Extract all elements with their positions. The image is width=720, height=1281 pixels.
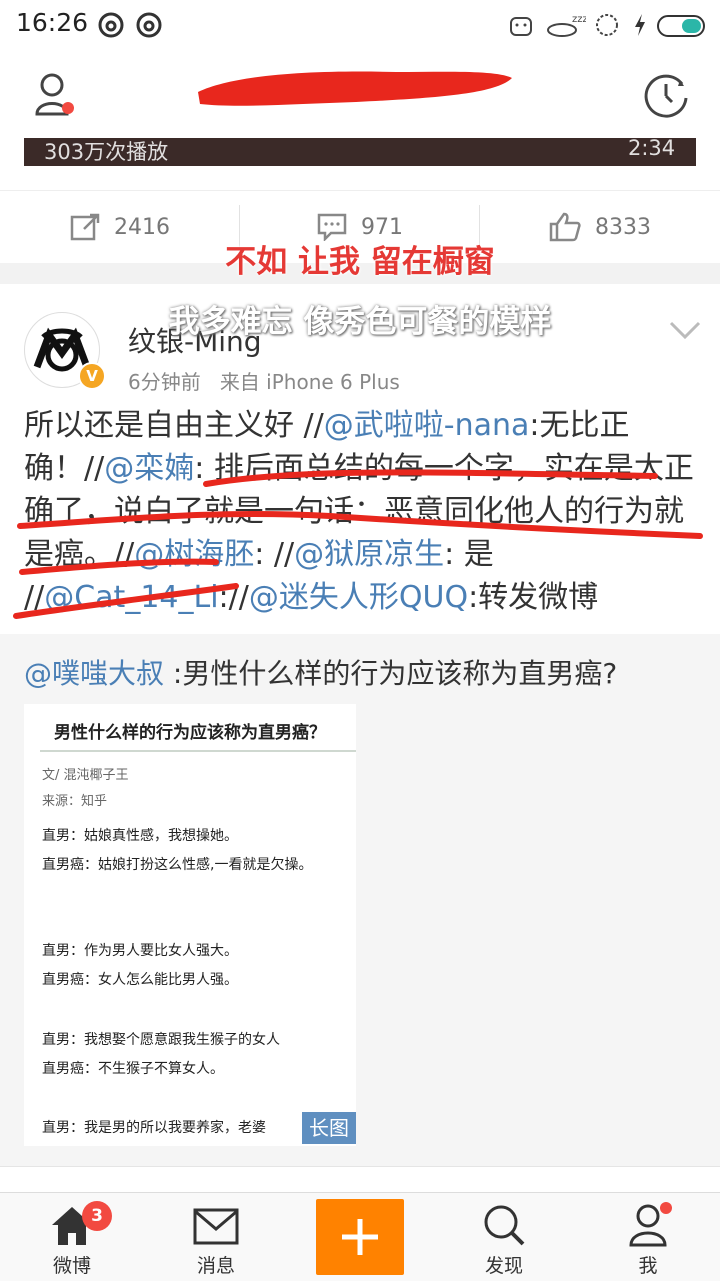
tab-messages-label: 消息 bbox=[196, 1255, 235, 1277]
image-line: 直男：我想娶个愿意跟我生猴子的女人 bbox=[42, 1032, 280, 1048]
image-line: 直男：作为男人要比女人强大。 bbox=[42, 943, 238, 959]
redaction-scribble bbox=[198, 71, 512, 106]
image-line: 直男癌：姑娘打扮这么性感,一看就是欠操。 bbox=[42, 857, 313, 873]
post-source: 来自 iPhone 6 Plus bbox=[219, 370, 400, 394]
image-line: 直男癌：女人怎么能比男人强。 bbox=[42, 972, 238, 988]
body-text-segment: :// bbox=[218, 580, 249, 615]
lyric-line-2: 我多难忘 像秀色可餐的模样 bbox=[168, 304, 552, 340]
retweet-long-image[interactable]: 男性什么样的行为应该称为直男癌？ 文/ 混沌椰子王 来源：知乎 直男：姑娘真性感… bbox=[24, 704, 356, 1146]
retweet-text: @噗嗤大叔 :男性什么样的行为应该称为直男癌? bbox=[24, 654, 704, 694]
body-text-segment: 所以还是自由主义好 // bbox=[24, 408, 324, 443]
mention-link[interactable]: @武啦啦-nana bbox=[324, 408, 530, 443]
tab-me[interactable]: 我 bbox=[576, 1193, 720, 1281]
netease-music-icon bbox=[136, 12, 162, 38]
svg-text:zzz: zzz bbox=[572, 14, 586, 25]
compose-button[interactable] bbox=[316, 1199, 404, 1275]
image-line: 直男：姑娘真性感，我想操她。 bbox=[42, 828, 238, 844]
mention-link[interactable]: @树海胚 bbox=[134, 537, 254, 572]
post-body-text: 所以还是自由主义好 //@武啦啦-nana:无比正确！//@栾婻: 排后面总结的… bbox=[24, 404, 704, 619]
image-title: 男性什么样的行为应该称为直男癌？ bbox=[54, 723, 326, 743]
image-source: 来源：知乎 bbox=[42, 794, 108, 809]
body-text-segment: :转发微博 bbox=[468, 580, 599, 615]
video-duration: 2:34 bbox=[628, 136, 676, 160]
tab-home-label: 微博 bbox=[52, 1255, 91, 1277]
battery-icon bbox=[657, 15, 705, 37]
image-byline: 文/ 混沌椰子王 bbox=[42, 768, 129, 783]
plus-icon bbox=[342, 1219, 378, 1255]
post-time: 6分钟前 bbox=[128, 370, 201, 394]
tab-home[interactable]: 微博 bbox=[0, 1193, 144, 1281]
tab-messages[interactable]: 消息 bbox=[144, 1193, 288, 1281]
sleep-icon: zzz bbox=[547, 14, 586, 37]
post-meta: 6分钟前 来自 iPhone 6 Plus bbox=[128, 366, 400, 395]
status-time: 16:26 bbox=[16, 8, 89, 37]
long-image-badge: 长图 bbox=[302, 1112, 356, 1144]
image-divider bbox=[40, 750, 356, 752]
tab-discover-label: 发现 bbox=[484, 1255, 523, 1277]
me-notification-dot bbox=[660, 1202, 672, 1214]
netease-music-icon bbox=[98, 12, 124, 38]
video-play-count: 303万次播放 bbox=[44, 140, 169, 164]
tab-me-label: 我 bbox=[638, 1255, 658, 1277]
add-friend-icon[interactable] bbox=[34, 72, 78, 118]
mention-link[interactable]: @栾婻 bbox=[104, 451, 194, 486]
retweet-body: :男性什么样的行为应该称为直男癌? bbox=[164, 657, 618, 690]
charging-icon bbox=[635, 14, 645, 36]
retweet-author[interactable]: @噗嗤大叔 bbox=[24, 657, 164, 690]
cat-icon bbox=[510, 17, 532, 36]
mention-link[interactable]: @Cat_14_Li bbox=[44, 580, 218, 615]
mail-icon bbox=[193, 1208, 239, 1245]
home-notification-badge: 3 bbox=[82, 1201, 112, 1231]
verified-badge-icon: V bbox=[78, 362, 106, 390]
radar-icon[interactable] bbox=[642, 72, 690, 120]
tab-discover[interactable]: 发现 bbox=[432, 1193, 576, 1281]
signal-icon bbox=[596, 14, 618, 36]
mention-link[interactable]: @狱原凉生 bbox=[294, 537, 444, 572]
body-text-segment: : // bbox=[254, 537, 295, 572]
image-line: 直男：我是男的所以我要养家，老婆 bbox=[42, 1120, 266, 1136]
image-line: 直男癌：不生猴子不算女人。 bbox=[42, 1061, 224, 1077]
post-action-bar-partial bbox=[0, 1166, 720, 1193]
lyric-line-1: 不如 让我 留在橱窗 bbox=[225, 244, 495, 280]
mention-link[interactable]: @迷失人形QUQ bbox=[249, 580, 468, 615]
status-bar: 16:26 zzz bbox=[0, 0, 720, 50]
search-icon bbox=[484, 1205, 525, 1246]
